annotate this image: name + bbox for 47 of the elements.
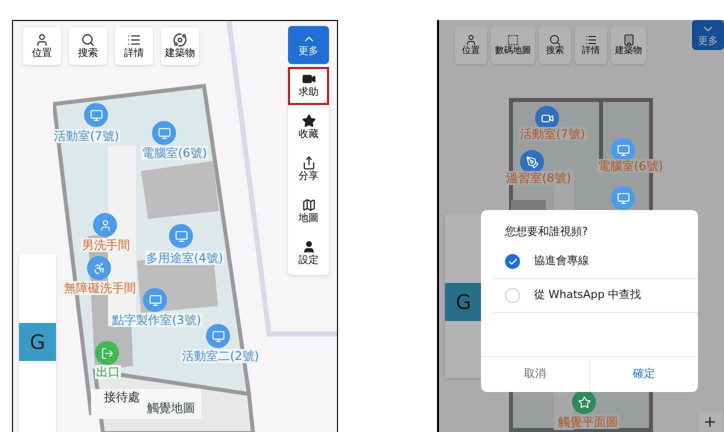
floor-button[interactable]: G <box>19 323 56 361</box>
menu-button[interactable]: 設定 <box>288 235 329 273</box>
menu-button[interactable]: 地圖 <box>288 193 329 231</box>
toolbar-button[interactable]: 位置 <box>455 26 487 64</box>
menu-button[interactable]: 收藏 <box>288 109 329 147</box>
confirm-button[interactable]: 確定 <box>590 357 698 392</box>
place-label: 接待處 <box>103 390 141 404</box>
list-icon <box>127 32 141 46</box>
toolbar-button[interactable]: 建築物 <box>161 27 199 65</box>
place-label: 多用途室(4號) <box>145 251 224 265</box>
place-label: 觸覺地圖 <box>146 401 196 415</box>
radio-option[interactable]: 從 WhatsApp 中查找 <box>493 279 698 313</box>
cancel-button[interactable]: 取消 <box>481 357 590 392</box>
place-label: 無障礙洗手間 <box>63 281 137 295</box>
place-label: 出口 <box>95 365 121 379</box>
video-camera-icon <box>302 72 316 86</box>
toolbar-button[interactable]: 數碼地圖 <box>491 26 535 64</box>
map-icon <box>302 198 316 212</box>
share-icon <box>302 156 316 170</box>
more-button[interactable]: 更多 <box>692 20 724 50</box>
search-icon <box>81 32 95 46</box>
toolbar-button[interactable]: 搜索 <box>69 27 107 65</box>
toolbar-button[interactable]: 位置 <box>23 27 61 65</box>
toolbar-button[interactable]: 搜索 <box>539 26 571 64</box>
place-label: 活動室(7號) <box>53 129 120 143</box>
toolbar-button[interactable]: 詳情 <box>575 26 607 64</box>
place-label: 活動室二(2號) <box>181 349 260 363</box>
more-button[interactable]: 更多 <box>288 26 329 64</box>
place-label: 電腦室(6號) <box>141 146 208 160</box>
place-label: 點字製作室(3號) <box>111 313 202 327</box>
search-icon <box>549 34 561 46</box>
swirl-icon <box>173 32 187 46</box>
dialog-title: 您想要和誰視頻? <box>505 225 589 239</box>
star-icon <box>302 114 316 128</box>
place-label: 活動室(7號) <box>519 127 586 141</box>
place-label: 電腦室(6號) <box>597 159 664 173</box>
radio-option[interactable]: 協進會專線 <box>493 245 698 279</box>
toolbar-button[interactable]: 詳情 <box>115 27 153 65</box>
menu-button[interactable]: 求助 <box>288 67 329 105</box>
place-label: 觸覺平面圖 <box>557 415 619 429</box>
menu-button[interactable]: 分享 <box>288 151 329 189</box>
map-frame-icon <box>507 34 519 46</box>
place-label: 溫習室(8號) <box>505 171 572 185</box>
building-icon <box>622 34 634 46</box>
place-label: 男洗手間 <box>81 238 131 252</box>
zoom-in-button[interactable]: + <box>698 412 722 432</box>
toolbar-button[interactable]: 建築物 <box>611 26 646 64</box>
